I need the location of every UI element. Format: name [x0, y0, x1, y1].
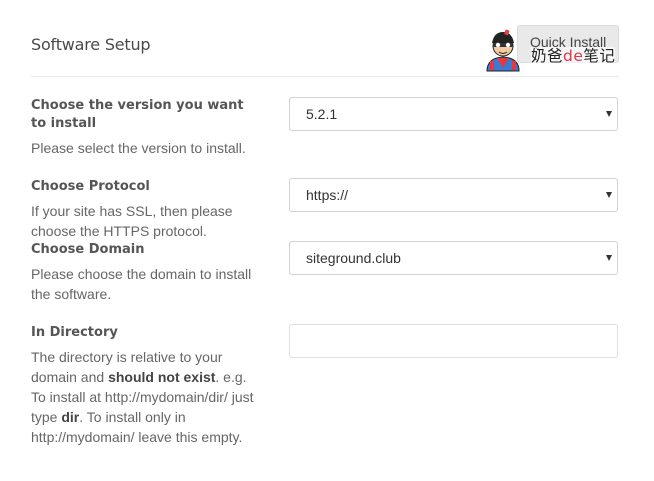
- directory-label: In Directory: [31, 325, 118, 340]
- chevron-down-icon: [606, 255, 612, 261]
- header-divider: [31, 76, 619, 77]
- version-label: Choose the version you want to install: [31, 98, 244, 131]
- chevron-down-icon: [606, 192, 612, 198]
- directory-input[interactable]: [289, 324, 618, 358]
- version-description: Please select the version to install.: [31, 140, 246, 156]
- protocol-label: Choose Protocol: [31, 179, 150, 194]
- domain-selected-value: siteground.club: [306, 250, 401, 266]
- domain-description: Please choose the domain to install the …: [31, 266, 252, 302]
- chevron-down-icon: [606, 111, 612, 117]
- protocol-description: If your site has SSL, then please choose…: [31, 203, 233, 239]
- domain-select[interactable]: siteground.club: [289, 241, 618, 275]
- version-select[interactable]: 5.2.1: [289, 97, 618, 131]
- quick-install-button[interactable]: Quick Install: [517, 25, 619, 63]
- directory-description: The directory is relative to your domain…: [31, 349, 254, 445]
- page-title: Software Setup: [31, 35, 151, 54]
- domain-label: Choose Domain: [31, 242, 145, 257]
- version-selected-value: 5.2.1: [306, 106, 338, 122]
- protocol-selected-value: https://: [306, 187, 349, 203]
- protocol-select[interactable]: https://: [289, 178, 618, 212]
